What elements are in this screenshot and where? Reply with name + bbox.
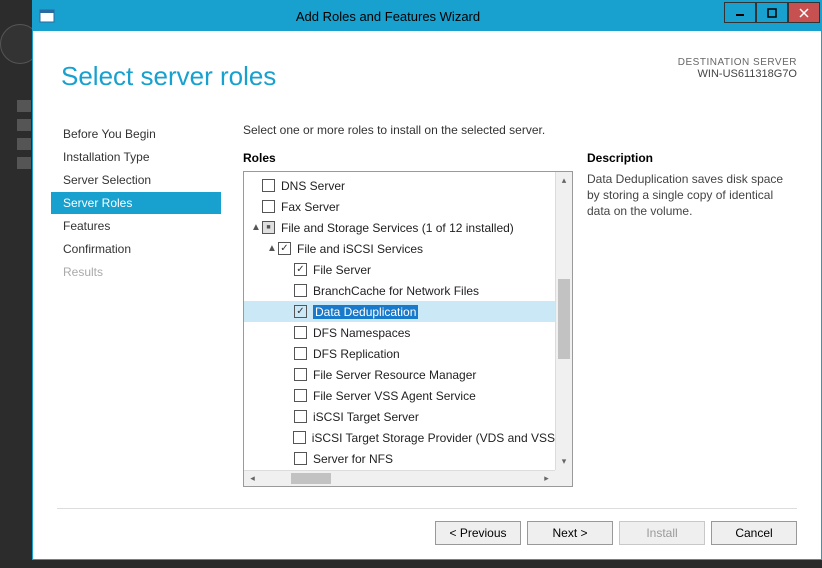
- nav-item-results: Results: [51, 261, 221, 283]
- role-label: File Server: [313, 263, 371, 277]
- bg-icon: [17, 157, 31, 169]
- vertical-scrollbar[interactable]: ▴ ▾: [555, 172, 572, 470]
- close-button[interactable]: [788, 2, 820, 23]
- role-item[interactable]: Data Deduplication: [244, 301, 555, 322]
- roles-listbox[interactable]: DNS ServerFax Server▲File and Storage Se…: [243, 171, 573, 487]
- destination-server: WIN-US611318G7O: [678, 68, 797, 80]
- install-button: Install: [619, 521, 705, 545]
- role-label: DNS Server: [281, 179, 345, 193]
- role-label: Fax Server: [281, 200, 340, 214]
- role-item[interactable]: iSCSI Target Storage Provider (VDS and V…: [244, 427, 555, 448]
- horizontal-scrollbar[interactable]: ◂ ▸: [244, 470, 555, 486]
- expander-icon[interactable]: ▲: [266, 243, 278, 254]
- bg-icon: [17, 119, 31, 131]
- scroll-left-arrow[interactable]: ◂: [244, 471, 261, 487]
- role-item[interactable]: DNS Server: [244, 175, 555, 196]
- role-item[interactable]: ▲ File and Storage Services (1 of 12 inst…: [244, 217, 555, 238]
- instruction-text: Select one or more roles to install on t…: [243, 123, 798, 137]
- role-item[interactable]: BranchCache for Network Files: [244, 280, 555, 301]
- role-checkbox[interactable]: [262, 179, 275, 192]
- role-checkbox[interactable]: [294, 326, 307, 339]
- role-label: Data Deduplication: [313, 305, 418, 319]
- titlebar[interactable]: Add Roles and Features Wizard: [33, 1, 821, 31]
- role-checkbox[interactable]: [262, 200, 275, 213]
- nav-item-installation-type[interactable]: Installation Type: [51, 146, 221, 168]
- role-item[interactable]: Server for NFS: [244, 448, 555, 469]
- role-label: File Server Resource Manager: [313, 368, 476, 382]
- role-checkbox[interactable]: [293, 431, 306, 444]
- role-label: DFS Namespaces: [313, 326, 410, 340]
- role-label: Server for NFS: [313, 452, 393, 466]
- bg-icon: [17, 138, 31, 150]
- minimize-button[interactable]: [724, 2, 756, 23]
- nav-item-confirmation[interactable]: Confirmation: [51, 238, 221, 260]
- role-label: File and iSCSI Services: [297, 242, 423, 256]
- previous-button[interactable]: < Previous: [435, 521, 521, 545]
- app-icon: [39, 8, 55, 24]
- description-text: Data Deduplication saves disk space by s…: [587, 171, 797, 220]
- role-checkbox[interactable]: [294, 263, 307, 276]
- role-label: File and Storage Services (1 of 12 insta…: [281, 221, 514, 235]
- bg-icon: [17, 100, 31, 112]
- nav-item-server-roles[interactable]: Server Roles: [51, 192, 221, 214]
- window-title: Add Roles and Features Wizard: [65, 9, 711, 24]
- nav-item-before-you-begin[interactable]: Before You Begin: [51, 123, 221, 145]
- role-checkbox[interactable]: [294, 284, 307, 297]
- expander-icon[interactable]: ▲: [250, 222, 262, 233]
- role-checkbox[interactable]: [294, 410, 307, 423]
- vertical-scroll-thumb[interactable]: [558, 279, 570, 359]
- role-item[interactable]: File Server: [244, 259, 555, 280]
- destination-info: DESTINATION SERVER WIN-US611318G7O: [678, 57, 797, 80]
- role-item[interactable]: File Server Resource Manager: [244, 364, 555, 385]
- roles-header: Roles: [243, 151, 573, 165]
- nav-item-server-selection[interactable]: Server Selection: [51, 169, 221, 191]
- role-checkbox[interactable]: [294, 347, 307, 360]
- role-label: File Server VSS Agent Service: [313, 389, 476, 403]
- wizard-window: Add Roles and Features Wizard DESTINATIO…: [32, 0, 822, 560]
- scroll-down-arrow[interactable]: ▾: [556, 453, 572, 470]
- role-item[interactable]: DFS Replication: [244, 343, 555, 364]
- maximize-button[interactable]: [756, 2, 788, 23]
- role-checkbox[interactable]: [262, 221, 275, 234]
- nav-item-features[interactable]: Features: [51, 215, 221, 237]
- scroll-corner: [555, 470, 572, 486]
- wizard-nav: Before You BeginInstallation TypeServer …: [51, 123, 221, 284]
- wizard-buttons: < Previous Next > Install Cancel: [57, 508, 797, 545]
- role-checkbox[interactable]: [294, 305, 307, 318]
- role-item[interactable]: Fax Server: [244, 196, 555, 217]
- cancel-button[interactable]: Cancel: [711, 521, 797, 545]
- next-button[interactable]: Next >: [527, 521, 613, 545]
- role-label: DFS Replication: [313, 347, 400, 361]
- role-item[interactable]: ▲ File and iSCSI Services: [244, 238, 555, 259]
- role-label: iSCSI Target Server: [313, 410, 419, 424]
- page-title: Select server roles: [61, 61, 276, 92]
- role-item[interactable]: iSCSI Target Server: [244, 406, 555, 427]
- role-label: BranchCache for Network Files: [313, 284, 479, 298]
- role-item[interactable]: DFS Namespaces: [244, 322, 555, 343]
- role-checkbox[interactable]: [278, 242, 291, 255]
- role-label: iSCSI Target Storage Provider (VDS and V…: [312, 431, 555, 445]
- scroll-up-arrow[interactable]: ▴: [556, 172, 572, 189]
- role-checkbox[interactable]: [294, 389, 307, 402]
- destination-label: DESTINATION SERVER: [678, 57, 797, 68]
- role-checkbox[interactable]: [294, 368, 307, 381]
- role-item[interactable]: File Server VSS Agent Service: [244, 385, 555, 406]
- description-header: Description: [587, 151, 797, 165]
- scroll-right-arrow[interactable]: ▸: [538, 471, 555, 487]
- role-checkbox[interactable]: [294, 452, 307, 465]
- horizontal-scroll-thumb[interactable]: [291, 473, 331, 484]
